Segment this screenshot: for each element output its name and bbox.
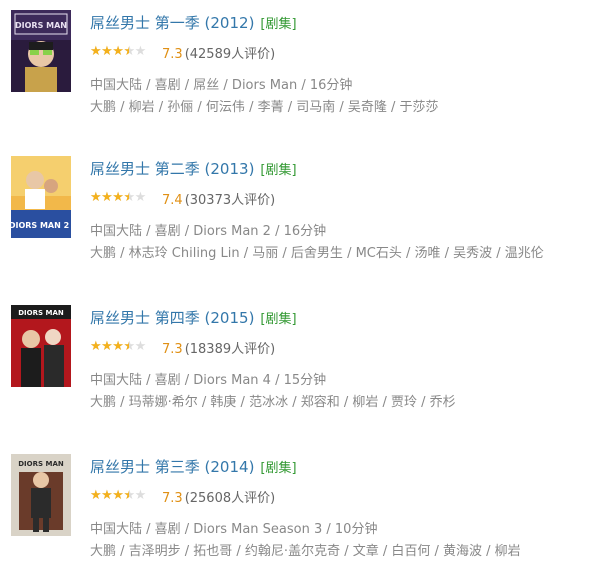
result-title-link[interactable]: 屌丝男士 第三季 (2014) xyxy=(90,458,254,476)
result-type-tag[interactable]: [剧集] xyxy=(260,312,296,327)
poster-1-art: DIORS MAN xyxy=(11,10,71,92)
result-cast: 大鹏 / 玛蒂娜·希尔 / 韩庚 / 范冰冰 / 郑容和 / 柳岩 / 贾玲 /… xyxy=(90,395,456,410)
rating-row: ★★★★★ ★★★★★ 7.4(30373人评价) xyxy=(90,190,276,210)
poster-text: DIORS MAN xyxy=(18,309,64,317)
rating-row: ★★★★★ ★★★★★ 7.3(25608人评价) xyxy=(90,488,276,508)
poster-image[interactable]: DIORS MAN xyxy=(11,10,71,92)
stars-filled-icon: ★★★★★ xyxy=(90,339,129,354)
result-cast: 大鹏 / 吉泽明步 / 拓也哥 / 约翰尼·盖尔克奇 / 文章 / 白百何 / … xyxy=(90,544,521,559)
poster-image[interactable]: DIORS MAN xyxy=(11,305,71,387)
result-item: DIORS MAN 屌丝男士 第三季 (2014) [剧集] ★★★★★ ★★★★… xyxy=(0,444,604,564)
rating-stars: ★★★★★ ★★★★★ xyxy=(90,190,156,205)
result-title-link[interactable]: 屌丝男士 第二季 (2013) xyxy=(90,160,254,178)
rating-score: 7.3 xyxy=(162,47,183,62)
rating-score: 7.3 xyxy=(162,491,183,506)
result-item: DIORS MAN 屌丝男士 第一季 (2012) [剧集] ★★★★★ ★★★★… xyxy=(0,0,604,120)
result-item: DIORS MAN 2 屌丝男士 第二季 (2013) [剧集] ★★★★★ ★★… xyxy=(0,146,604,266)
rating-score: 7.3 xyxy=(162,342,183,357)
result-type-tag[interactable]: [剧集] xyxy=(260,17,296,32)
poster-text: DIORS MAN xyxy=(15,21,67,30)
result-meta: 中国大陆 / 喜剧 / Diors Man 2 / 16分钟 xyxy=(90,224,327,239)
result-title-link[interactable]: 屌丝男士 第一季 (2012) xyxy=(90,14,254,32)
poster-4-art: DIORS MAN xyxy=(11,305,71,387)
result-type-tag[interactable]: [剧集] xyxy=(260,163,296,178)
stars-filled-icon: ★★★★★ xyxy=(90,190,129,205)
result-meta: 中国大陆 / 喜剧 / Diors Man 4 / 15分钟 xyxy=(90,373,327,388)
rating-votes: (42589人评价) xyxy=(184,47,276,62)
result-title-link[interactable]: 屌丝男士 第四季 (2015) xyxy=(90,309,254,327)
poster-image[interactable]: DIORS MAN 2 xyxy=(11,156,71,238)
stars-filled-icon: ★★★★★ xyxy=(90,44,129,59)
rating-votes: (25608人评价) xyxy=(184,491,276,506)
rating-score: 7.4 xyxy=(162,193,183,208)
rating-votes: (30373人评价) xyxy=(184,193,276,208)
poster-3-art: DIORS MAN xyxy=(11,454,71,536)
result-meta: 中国大陆 / 喜剧 / 屌丝 / Diors Man / 16分钟 xyxy=(90,78,353,93)
result-item: DIORS MAN 屌丝男士 第四季 (2015) [剧集] ★★★★★ ★★★★… xyxy=(0,295,604,415)
rating-row: ★★★★★ ★★★★★ 7.3(18389人评价) xyxy=(90,339,276,359)
result-type-tag[interactable]: [剧集] xyxy=(260,461,296,476)
rating-stars: ★★★★★ ★★★★★ xyxy=(90,44,156,59)
stars-filled-icon: ★★★★★ xyxy=(90,488,129,503)
rating-stars: ★★★★★ ★★★★★ xyxy=(90,339,156,354)
result-meta: 中国大陆 / 喜剧 / Diors Man Season 3 / 10分钟 xyxy=(90,522,378,537)
poster-image[interactable]: DIORS MAN xyxy=(11,454,71,536)
result-title-row: 屌丝男士 第三季 (2014) [剧集] xyxy=(90,455,297,479)
result-cast: 大鹏 / 林志玲 Chiling Lin / 马丽 / 后舍男生 / MC石头 … xyxy=(90,246,544,261)
result-cast: 大鹏 / 柳岩 / 孙俪 / 何沄伟 / 李菁 / 司马南 / 吴奇隆 / 于莎… xyxy=(90,100,439,115)
poster-text: DIORS MAN xyxy=(18,460,64,468)
rating-stars: ★★★★★ ★★★★★ xyxy=(90,488,156,503)
poster-2-art: DIORS MAN 2 xyxy=(11,156,71,238)
rating-row: ★★★★★ ★★★★★ 7.3(42589人评价) xyxy=(90,44,276,64)
rating-votes: (18389人评价) xyxy=(184,342,276,357)
result-title-row: 屌丝男士 第一季 (2012) [剧集] xyxy=(90,11,297,35)
result-title-row: 屌丝男士 第二季 (2013) [剧集] xyxy=(90,157,297,181)
result-title-row: 屌丝男士 第四季 (2015) [剧集] xyxy=(90,306,297,330)
poster-text: DIORS MAN 2 xyxy=(11,221,69,230)
